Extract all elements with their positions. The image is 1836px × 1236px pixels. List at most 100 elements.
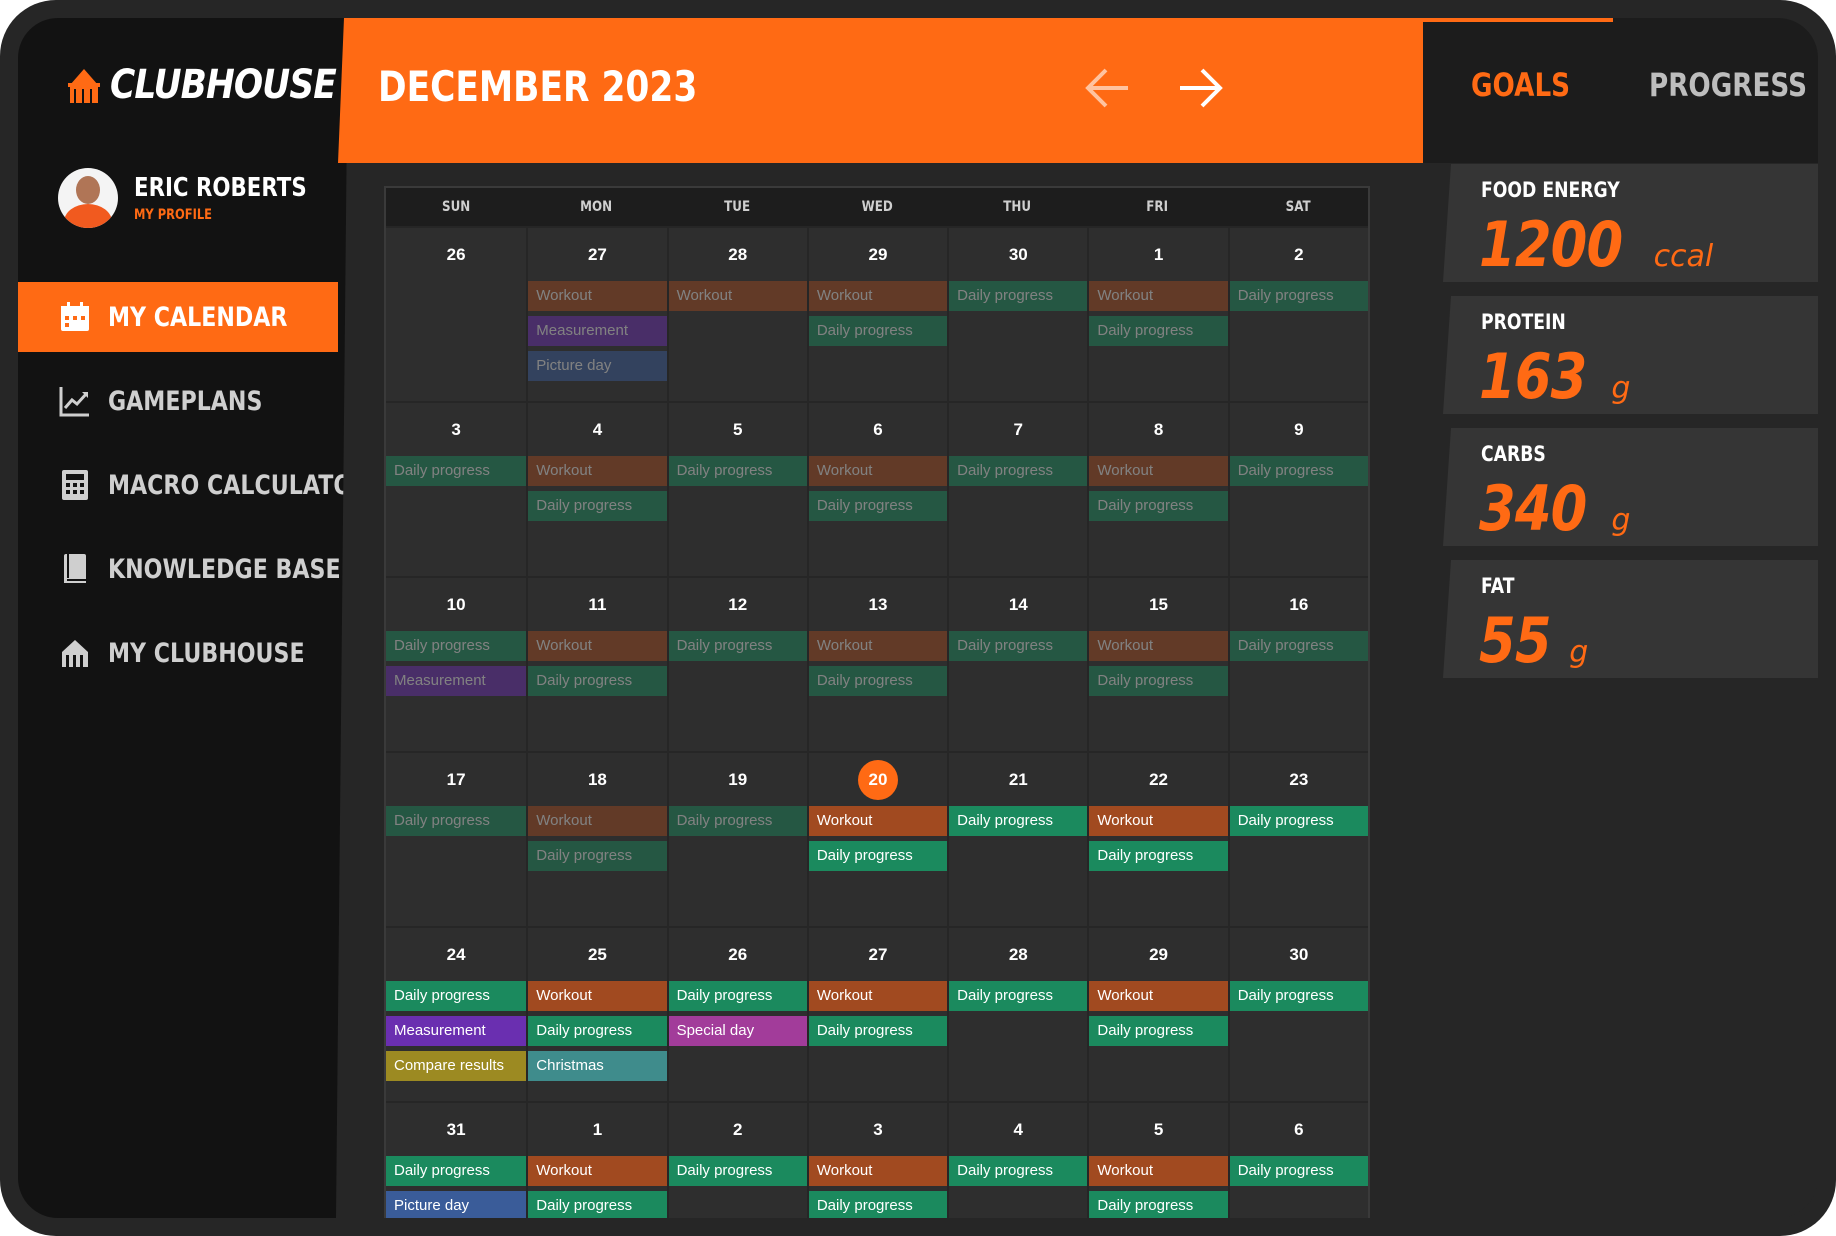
calendar-event-special-day[interactable]: Special day	[668, 1016, 807, 1046]
calendar-event-daily-progress[interactable]: Daily progress	[528, 1191, 667, 1218]
calendar-event-workout[interactable]: Workout	[808, 806, 948, 836]
calendar-event-daily-progress[interactable]: Daily progress	[386, 806, 527, 836]
calendar-event-daily-progress[interactable]: Daily progress	[808, 491, 948, 521]
calendar-event-christmas[interactable]: Christmas	[528, 1051, 667, 1081]
calendar-event-picture-day[interactable]: Picture day	[386, 1191, 527, 1218]
calendar-event-daily-progress[interactable]: Daily progress	[949, 456, 1088, 486]
calendar-event-daily-progress[interactable]: Daily progress	[1229, 456, 1368, 486]
calendar-day-cell[interactable]: 29 Workout Daily progress	[806, 228, 948, 401]
calendar-event-daily-progress[interactable]: Daily progress	[668, 456, 807, 486]
calendar-event-daily-progress[interactable]: Daily progress	[1089, 491, 1228, 521]
calendar-event-daily-progress[interactable]: Daily progress	[1089, 841, 1228, 871]
calendar-day-cell[interactable]: 31 Daily progress Picture day	[386, 1103, 527, 1218]
calendar-day-cell[interactable]: 7 Daily progress	[947, 403, 1088, 576]
calendar-day-cell[interactable]: 28 Daily progress	[947, 928, 1088, 1101]
calendar-event-measurement[interactable]: Measurement	[386, 1016, 527, 1046]
calendar-event-daily-progress[interactable]: Daily progress	[808, 1016, 948, 1046]
calendar-event-daily-progress[interactable]: Daily progress	[528, 666, 667, 696]
calendar-event-workout[interactable]: Workout	[668, 281, 807, 311]
calendar-event-daily-progress[interactable]: Daily progress	[949, 631, 1088, 661]
calendar-event-workout[interactable]: Workout	[528, 806, 667, 836]
calendar-event-daily-progress[interactable]: Daily progress	[808, 316, 948, 346]
calendar-event-workout[interactable]: Workout	[1089, 1156, 1228, 1186]
calendar-day-cell[interactable]: 12 Daily progress	[666, 578, 807, 751]
calendar-event-workout[interactable]: Workout	[528, 281, 667, 311]
calendar-event-workout[interactable]: Workout	[808, 456, 948, 486]
avatar[interactable]	[58, 168, 118, 228]
calendar-event-daily-progress[interactable]: Daily progress	[949, 281, 1088, 311]
calendar-event-compare-results[interactable]: Compare results	[386, 1051, 527, 1081]
calendar-event-workout[interactable]: Workout	[1089, 281, 1228, 311]
calendar-event-daily-progress[interactable]: Daily progress	[1229, 1156, 1368, 1186]
calendar-day-cell[interactable]: 1 Workout Daily progress	[526, 1103, 667, 1218]
calendar-day-cell[interactable]: 2 Daily progress	[666, 1103, 807, 1218]
calendar-day-cell[interactable]: 8 Workout Daily progress	[1087, 403, 1228, 576]
calendar-day-cell[interactable]: 30 Daily progress	[947, 228, 1088, 401]
calendar-event-picture-day[interactable]: Picture day	[528, 351, 667, 381]
calendar-day-cell[interactable]: 15 Workout Daily progress	[1087, 578, 1228, 751]
arrow-left-icon[interactable]	[1078, 58, 1138, 118]
tab-goals[interactable]: GOALS	[1471, 66, 1570, 104]
calendar-event-workout[interactable]: Workout	[1089, 456, 1228, 486]
calendar-day-cell[interactable]: 13 Workout Daily progress	[806, 578, 948, 751]
calendar-event-daily-progress[interactable]: Daily progress	[528, 1016, 667, 1046]
calendar-day-cell[interactable]: 26 Daily progress Special day	[666, 928, 807, 1101]
calendar-event-daily-progress[interactable]: Daily progress	[668, 806, 807, 836]
calendar-day-cell[interactable]: 14 Daily progress	[947, 578, 1088, 751]
my-profile-link[interactable]: MY PROFILE	[134, 207, 307, 223]
calendar-event-workout[interactable]: Workout	[1089, 806, 1228, 836]
calendar-event-daily-progress[interactable]: Daily progress	[386, 1156, 527, 1186]
calendar-event-daily-progress[interactable]: Daily progress	[1229, 631, 1368, 661]
calendar-day-cell[interactable]: 16 Daily progress	[1227, 578, 1368, 751]
calendar-day-cell[interactable]: 24 Daily progress Measurement Compare resul…	[386, 928, 527, 1101]
calendar-event-daily-progress[interactable]: Daily progress	[808, 841, 948, 871]
calendar-day-cell[interactable]: 4 Workout Daily progress	[526, 403, 667, 576]
calendar-day-cell[interactable]: 3 Daily progress	[386, 403, 527, 576]
sidebar-item-knowledge-base[interactable]: KNOWLEDGE BASE	[18, 534, 341, 604]
tab-progress[interactable]: PROGRESS	[1649, 66, 1807, 104]
calendar-event-daily-progress[interactable]: Daily progress	[386, 631, 527, 661]
calendar-event-daily-progress[interactable]: Daily progress	[1089, 1191, 1228, 1218]
calendar-day-cell[interactable]: 3 Workout Daily progress	[806, 1103, 948, 1218]
calendar-day-cell[interactable]: 22 Workout Daily progress	[1087, 753, 1228, 926]
calendar-day-cell[interactable]: 26	[386, 228, 526, 401]
profile-block[interactable]: ERIC ROBERTS MY PROFILE	[58, 168, 345, 228]
calendar-event-workout[interactable]: Workout	[528, 631, 667, 661]
calendar-day-cell[interactable]: 21 Daily progress	[947, 753, 1088, 926]
calendar-event-daily-progress[interactable]: Daily progress	[386, 981, 527, 1011]
calendar-event-daily-progress[interactable]: Daily progress	[1089, 1016, 1228, 1046]
calendar-event-daily-progress[interactable]: Daily progress	[668, 1156, 807, 1186]
calendar-event-workout[interactable]: Workout	[808, 1156, 948, 1186]
calendar-event-workout[interactable]: Workout	[528, 981, 667, 1011]
calendar-event-measurement[interactable]: Measurement	[386, 666, 527, 696]
calendar-event-daily-progress[interactable]: Daily progress	[1089, 316, 1228, 346]
calendar-event-daily-progress[interactable]: Daily progress	[528, 491, 667, 521]
calendar-event-daily-progress[interactable]: Daily progress	[949, 981, 1088, 1011]
arrow-right-icon[interactable]	[1170, 58, 1230, 118]
calendar-event-daily-progress[interactable]: Daily progress	[668, 981, 807, 1011]
calendar-event-workout[interactable]: Workout	[808, 631, 948, 661]
calendar-event-daily-progress[interactable]: Daily progress	[808, 1191, 948, 1218]
calendar-day-cell[interactable]: 5 Daily progress	[666, 403, 807, 576]
calendar-day-cell[interactable]: 30 Daily progress	[1227, 928, 1368, 1101]
calendar-day-cell[interactable]: 6 Daily progress	[1227, 1103, 1368, 1218]
calendar-day-cell[interactable]: 10 Daily progress Measurement	[386, 578, 527, 751]
calendar-day-cell[interactable]: 23 Daily progress	[1227, 753, 1368, 926]
calendar-event-daily-progress[interactable]: Daily progress	[1229, 806, 1368, 836]
sidebar-item-my-calendar[interactable]: MY CALENDAR	[18, 282, 338, 352]
calendar-day-cell[interactable]: 20 Workout Daily progress	[806, 753, 948, 926]
calendar-event-workout[interactable]: Workout	[528, 1156, 667, 1186]
calendar-event-workout[interactable]: Workout	[528, 456, 667, 486]
sidebar-item-macro-calculator[interactable]: MACRO CALCULATOR	[18, 450, 348, 520]
calendar-day-cell[interactable]: 25 Workout Daily progress Christmas	[526, 928, 667, 1101]
calendar-day-cell[interactable]: 11 Workout Daily progress	[526, 578, 667, 751]
calendar-day-cell[interactable]: 27 Workout Measurement Picture day	[526, 228, 667, 401]
app-logo[interactable]: CLUBHOUSE	[64, 62, 348, 108]
sidebar-item-my-clubhouse[interactable]: MY CLUBHOUSE	[18, 618, 338, 688]
calendar-day-cell[interactable]: 19 Daily progress	[666, 753, 807, 926]
calendar-event-daily-progress[interactable]: Daily progress	[668, 631, 807, 661]
calendar-day-cell[interactable]: 9 Daily progress	[1227, 403, 1368, 576]
calendar-event-measurement[interactable]: Measurement	[528, 316, 667, 346]
sidebar-item-gameplans[interactable]: GAMEPLANS	[18, 366, 338, 436]
calendar-day-cell[interactable]: 27 Workout Daily progress	[806, 928, 948, 1101]
